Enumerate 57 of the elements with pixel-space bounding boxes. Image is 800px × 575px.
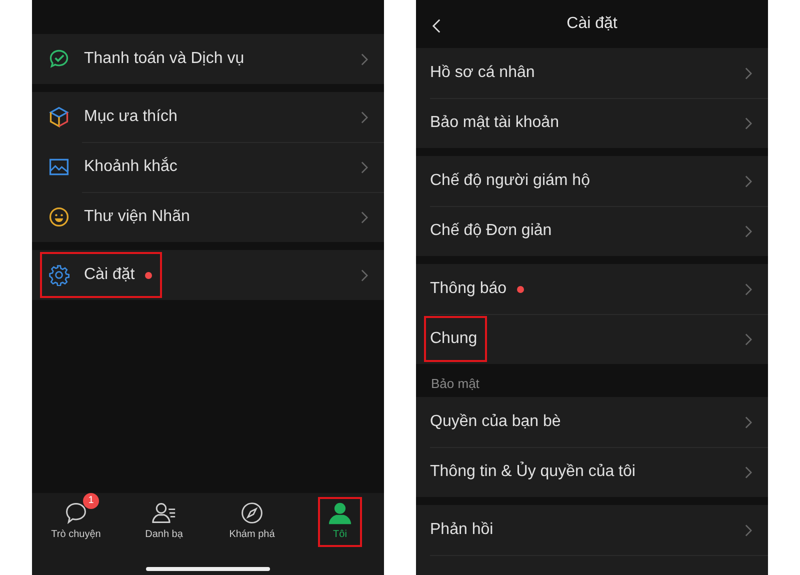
- chevron-right-icon: [745, 282, 752, 296]
- chevron-right-icon: [361, 110, 368, 124]
- settings-item[interactable]: Hồ sơ cá nhân: [416, 48, 768, 98]
- menu-label: Thư viện Nhãn: [84, 208, 190, 226]
- settings-label: Chế độ người giám hộ: [430, 172, 590, 190]
- chat-bubble-icon: [64, 501, 88, 525]
- compass-icon: [240, 501, 264, 525]
- chevron-right-icon: [745, 224, 752, 238]
- settings-item[interactable]: Thông báo: [416, 264, 768, 314]
- person-icon: [328, 501, 352, 525]
- tab[interactable]: Danh bạ: [134, 497, 194, 547]
- settings-item[interactable]: Chế độ người giám hộ: [416, 156, 768, 206]
- settings-item[interactable]: Quyền của bạn bè: [416, 397, 768, 447]
- chevron-right-icon: [745, 66, 752, 80]
- chevron-right-icon: [361, 160, 368, 174]
- menu-item[interactable]: Thư viện Nhãn: [32, 192, 384, 242]
- settings-label: Hồ sơ cá nhân: [430, 64, 535, 82]
- cube-icon: [48, 106, 70, 128]
- menu-item[interactable]: Mục ưa thích: [32, 92, 384, 142]
- menu-label: Khoảnh khắc: [84, 158, 178, 176]
- chevron-right-icon: [745, 116, 752, 130]
- chevron-right-icon: [745, 524, 752, 536]
- chat-check-icon: [48, 48, 70, 70]
- settings-label: Quyền của bạn bè: [430, 413, 561, 431]
- tab[interactable]: Khám phá: [222, 497, 282, 547]
- settings-item[interactable]: Bảo mật tài khoản: [416, 98, 768, 148]
- smiley-icon: [48, 206, 70, 228]
- chevron-right-icon: [745, 416, 752, 428]
- settings-label: Bảo mật tài khoản: [430, 114, 559, 132]
- settings-icon: [48, 264, 70, 286]
- settings-item[interactable]: Chung: [416, 314, 768, 364]
- unread-badge: 1: [83, 493, 99, 509]
- settings-label: Phản hồi: [430, 521, 494, 539]
- menu-item[interactable]: Khoảnh khắc: [32, 142, 384, 192]
- back-icon[interactable]: [432, 19, 441, 33]
- settings-label: Chung: [430, 330, 478, 348]
- chevron-right-icon: [745, 174, 752, 188]
- section-header: Bảo mật: [431, 376, 480, 391]
- menu-item[interactable]: Thanh toán và Dịch vụ: [32, 34, 384, 84]
- chevron-right-icon: [361, 52, 368, 66]
- settings-item[interactable]: Thông tin & Ủy quyền của tôi: [416, 447, 768, 497]
- settings-label: Thông báo: [430, 280, 507, 298]
- menu-label: Mục ưa thích: [84, 108, 178, 126]
- chevron-right-icon: [745, 466, 752, 478]
- image-icon: [48, 156, 70, 178]
- screen-title: Cài đặt: [566, 15, 618, 33]
- settings-label: Chế độ Đơn giản: [430, 222, 552, 240]
- menu-label: Cài đặt: [84, 266, 135, 284]
- settings-label: Thông tin & Ủy quyền của tôi: [430, 463, 636, 481]
- chevron-right-icon: [361, 210, 368, 224]
- settings-item[interactable]: Chế độ Đơn giản: [416, 206, 768, 256]
- menu-label: Thanh toán và Dịch vụ: [84, 50, 244, 68]
- menu-item[interactable]: Cài đặt: [32, 250, 384, 300]
- chevron-right-icon: [361, 268, 368, 282]
- tab[interactable]: Tôi: [318, 497, 362, 547]
- chevron-right-icon: [745, 332, 752, 346]
- contacts-icon: [152, 501, 176, 525]
